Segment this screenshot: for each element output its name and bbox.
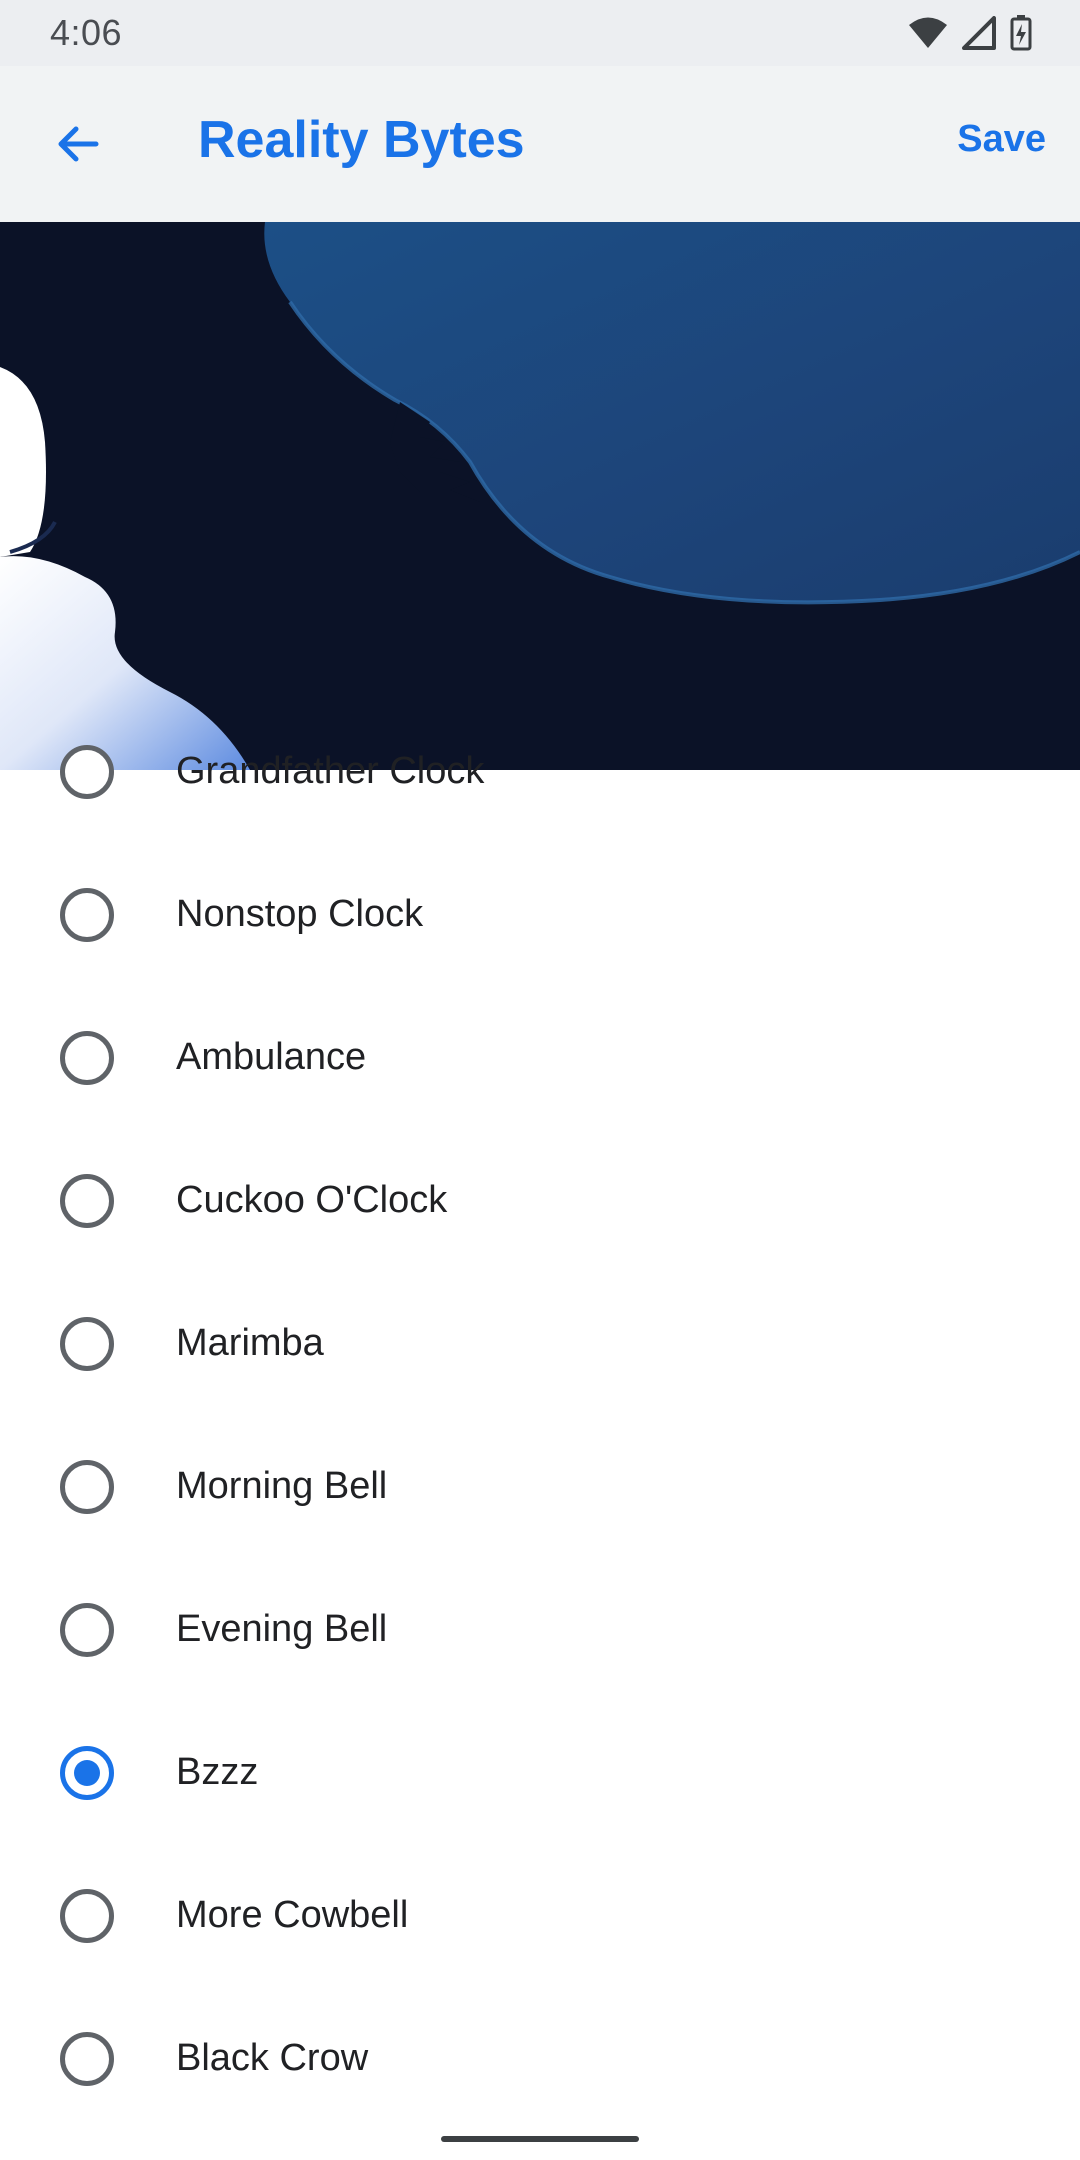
list-item-label: Ambulance: [176, 1036, 367, 1078]
list-item-label: Marimba: [176, 1322, 324, 1364]
list-item[interactable]: Nonstop Clock: [0, 843, 1080, 986]
list-item-label: Grandfather Clock: [176, 750, 485, 792]
radio-button[interactable]: [60, 1602, 114, 1657]
list-item[interactable]: Black Crow: [0, 1987, 1080, 2130]
list-item-label: Morning Bell: [176, 1465, 388, 1507]
list-item-label: Black Crow: [176, 2037, 369, 2079]
list-item-label: Cuckoo O'Clock: [176, 1179, 448, 1221]
radio-button[interactable]: [60, 1459, 114, 1514]
radio-button[interactable]: [60, 744, 114, 799]
status-bar: 4:06: [0, 0, 1080, 66]
list-item[interactable]: More Cowbell: [0, 1844, 1080, 1987]
status-time: 4:06: [50, 12, 123, 53]
page-title: Reality Bytes: [198, 111, 525, 169]
list-item-label: Evening Bell: [176, 1608, 388, 1650]
list-item[interactable]: Morning Bell: [0, 1415, 1080, 1558]
list-item[interactable]: Bzzz: [0, 1701, 1080, 1844]
app-bar: Reality Bytes Save: [0, 66, 1080, 222]
list-item-label: Nonstop Clock: [176, 893, 424, 935]
back-button[interactable]: [48, 114, 108, 174]
radio-button[interactable]: [60, 2031, 114, 2086]
save-button[interactable]: Save: [957, 118, 1046, 161]
wallpaper-image: [0, 222, 1080, 770]
list-item[interactable]: Marimba: [0, 1272, 1080, 1415]
cell-signal-icon: [962, 16, 996, 50]
list-item-label: Bzzz: [176, 1751, 259, 1793]
radio-button[interactable]: [60, 1316, 114, 1371]
arrow-back-icon: [58, 126, 99, 162]
battery-charging-icon: [1010, 15, 1032, 51]
list-item[interactable]: Grandfather Clock: [0, 700, 1080, 843]
status-icons: [908, 15, 1032, 51]
list-item[interactable]: Ambulance: [0, 986, 1080, 1129]
list-item[interactable]: Evening Bell: [0, 1558, 1080, 1701]
radio-button[interactable]: [60, 887, 114, 942]
list-item-label: More Cowbell: [176, 1894, 409, 1936]
radio-button[interactable]: [60, 1745, 114, 1800]
radio-button[interactable]: [60, 1173, 114, 1228]
gesture-nav-handle[interactable]: [441, 2136, 639, 2142]
wallpaper-preview: [0, 222, 1080, 770]
radio-button[interactable]: [60, 1030, 114, 1085]
list-item[interactable]: Cuckoo O'Clock: [0, 1129, 1080, 1272]
wifi-icon: [909, 17, 947, 48]
radio-button[interactable]: [60, 1888, 114, 1943]
